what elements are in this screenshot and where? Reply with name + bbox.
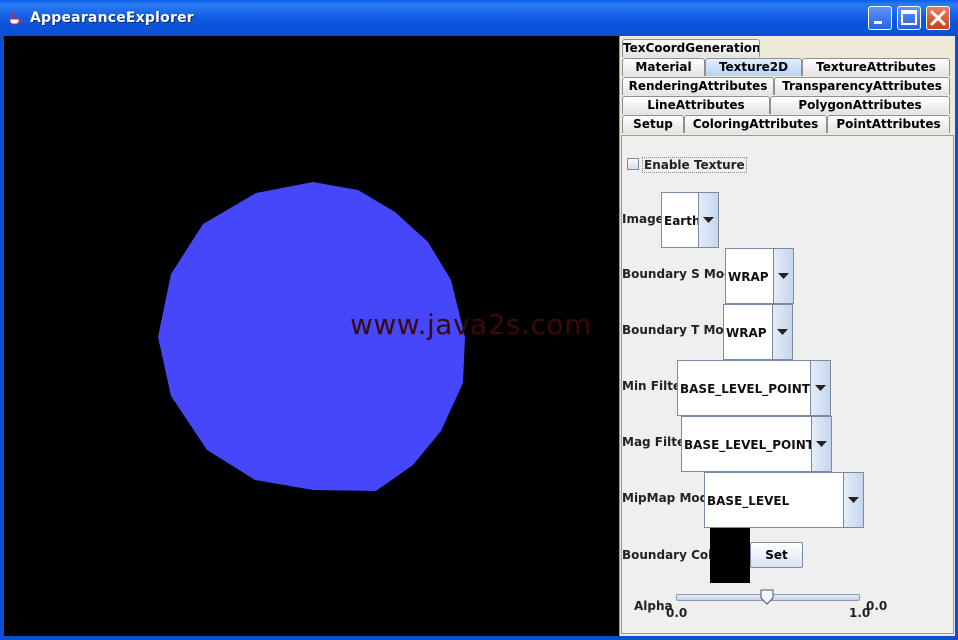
chevron-down-icon (816, 441, 827, 447)
enable-texture-checkbox[interactable] (627, 158, 639, 170)
boundary-s-mode-arrow[interactable] (773, 249, 793, 303)
alpha-min-label: 0.0 (666, 606, 688, 620)
window-frame-bottom (0, 636, 958, 640)
title-bar[interactable]: AppearanceExplorer (0, 0, 958, 37)
tab-lineattributes[interactable]: LineAttributes (622, 96, 770, 114)
texture2d-tab-content: Enable Texture Image: Earth Boundary S M… (621, 135, 954, 634)
tab-texture2d[interactable]: Texture2D (705, 58, 802, 76)
mipmap-mode-value: BASE_LEVEL (707, 494, 790, 508)
image-combo-arrow[interactable] (698, 193, 718, 247)
min-filter-arrow[interactable] (810, 361, 830, 415)
min-filter-combo[interactable]: BASE_LEVEL_POINT (677, 360, 831, 416)
boundary-t-mode-combo[interactable]: WRAP (723, 304, 793, 360)
chevron-down-icon (815, 385, 826, 391)
tab-transparencyattributes[interactable]: TransparencyAttributes (774, 77, 950, 95)
chevron-down-icon (703, 217, 714, 223)
maximize-button[interactable] (897, 6, 921, 30)
control-panel: TexCoordGeneration Material Texture2D Te… (619, 36, 955, 636)
boundary-s-mode-combo[interactable]: WRAP (725, 248, 794, 304)
tab-renderingattributes[interactable]: RenderingAttributes (622, 77, 774, 95)
chevron-down-icon (778, 273, 789, 279)
mipmap-mode-combo[interactable]: BASE_LEVEL (704, 472, 864, 528)
alpha-slider-thumb[interactable] (760, 589, 774, 605)
minimize-icon (874, 21, 882, 24)
set-color-button[interactable]: Set (750, 542, 803, 568)
watermark-text: www.java2s.com (350, 308, 592, 341)
close-icon (930, 10, 946, 26)
minimize-button[interactable] (868, 6, 892, 30)
tab-coloringattributes[interactable]: ColoringAttributes (684, 115, 827, 133)
mag-filter-value: BASE_LEVEL_POINT (684, 438, 814, 452)
min-filter-value: BASE_LEVEL_POINT (680, 382, 810, 396)
chevron-down-icon (848, 497, 859, 503)
window-title: AppearanceExplorer (30, 10, 194, 26)
tab-material[interactable]: Material (622, 58, 705, 76)
mag-filter-combo[interactable]: BASE_LEVEL_POINT (681, 416, 832, 472)
boundary-t-mode-arrow[interactable] (772, 305, 792, 359)
image-combo[interactable]: Earth (661, 192, 719, 248)
boundary-s-mode-value: WRAP (728, 270, 769, 284)
tab-pointattributes[interactable]: PointAttributes (827, 115, 950, 133)
image-combo-value: Earth (664, 214, 701, 228)
tab-setup[interactable]: Setup (622, 115, 684, 133)
render-canvas[interactable]: www.java2s.com (4, 36, 619, 636)
boundary-color-swatch (710, 528, 750, 583)
tab-polygonattributes[interactable]: PolygonAttributes (770, 96, 950, 114)
close-button[interactable] (926, 6, 950, 30)
alpha-value: 0.0 (866, 599, 888, 613)
chevron-down-icon (777, 329, 788, 335)
tab-texcoordgeneration[interactable]: TexCoordGeneration (622, 39, 760, 57)
mipmap-mode-arrow[interactable] (843, 473, 863, 527)
tab-textureattributes[interactable]: TextureAttributes (802, 58, 950, 76)
mag-filter-arrow[interactable] (811, 417, 831, 471)
java-cup-icon (9, 10, 23, 25)
maximize-icon (901, 10, 917, 25)
enable-texture-label: Enable Texture (642, 157, 747, 173)
boundary-t-mode-value: WRAP (726, 326, 767, 340)
